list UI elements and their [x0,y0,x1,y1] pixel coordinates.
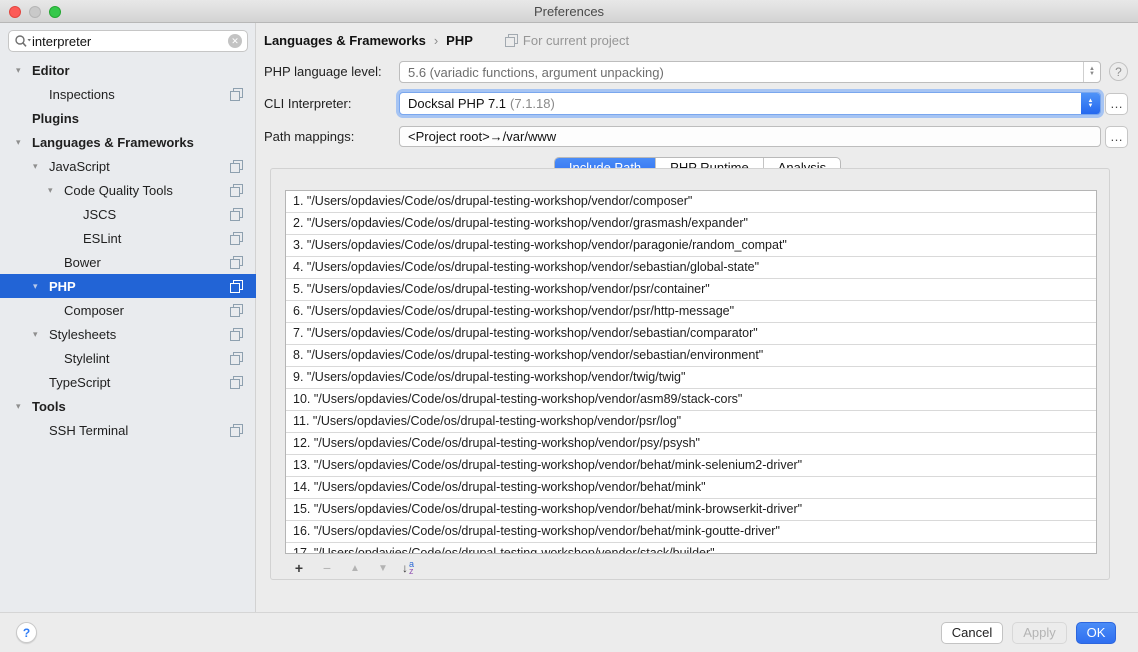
sidebar-item-inspections[interactable]: ▾ Inspections [0,82,256,106]
scope-label-text: For current project [523,33,629,48]
language-level-value: 5.6 (variadic functions, argument unpack… [408,65,664,80]
remove-path-button[interactable]: − [318,560,336,576]
include-path-row[interactable]: 15. "/Users/opdavies/Code/os/drupal-test… [286,499,1096,521]
sort-alphabetically-button[interactable]: ↓ a z [402,561,414,575]
cli-interpreter-browse-button[interactable]: … [1105,93,1128,115]
per-project-icon [230,328,243,341]
per-project-icon [230,256,243,269]
help-button[interactable]: ? [16,622,37,643]
per-project-icon [505,34,518,47]
per-project-icon [230,304,243,317]
sidebar-item-bower[interactable]: ▾ Bower [0,250,256,274]
include-path-panel: 1. "/Users/opdavies/Code/os/drupal-testi… [270,168,1110,580]
collapse-arrow-icon[interactable]: ▾ [16,401,32,412]
include-path-row[interactable]: 1. "/Users/opdavies/Code/os/drupal-testi… [286,191,1096,213]
breadcrumb: Languages & Frameworks › PHP For current… [264,33,629,48]
path-mappings-label: Path mappings: [264,129,354,144]
sidebar-item-stylelint[interactable]: ▾ Stylelint [0,346,256,370]
include-path-row[interactable]: 13. "/Users/opdavies/Code/os/drupal-test… [286,455,1096,477]
sidebar-item-code-quality-tools[interactable]: ▾ Code Quality Tools [0,178,256,202]
window-title: Preferences [0,4,1138,19]
sidebar-item-javascript[interactable]: ▾ JavaScript [0,154,256,178]
include-path-row[interactable]: 11. "/Users/opdavies/Code/os/drupal-test… [286,411,1096,433]
per-project-icon [230,232,243,245]
language-level-help-icon[interactable]: ? [1109,62,1128,81]
settings-content: Languages & Frameworks › PHP For current… [257,23,1138,612]
per-project-icon [230,376,243,389]
search-icon [14,34,32,48]
sidebar-item-composer[interactable]: ▾ Composer [0,298,256,322]
cli-interpreter-value: Docksal PHP 7.1 [408,96,506,111]
include-path-row[interactable]: 7. "/Users/opdavies/Code/os/drupal-testi… [286,323,1096,345]
collapse-arrow-icon[interactable]: ▾ [16,137,32,148]
list-toolbar: + − ▲ ▼ ↓ a z [285,556,1097,580]
chevron-up-down-icon[interactable]: ▲ ▼ [1081,93,1100,114]
per-project-icon [230,208,243,221]
collapse-arrow-icon[interactable]: ▾ [33,329,49,340]
include-path-row[interactable]: 6. "/Users/opdavies/Code/os/drupal-testi… [286,301,1096,323]
cli-interpreter-version: (7.1.18) [510,96,555,111]
per-project-icon [230,88,243,101]
move-down-button[interactable]: ▼ [374,563,392,574]
collapse-arrow-icon[interactable]: ▾ [33,161,49,172]
collapse-arrow-icon[interactable]: ▾ [33,281,49,292]
sidebar-item-ssh-terminal[interactable]: ▾ SSH Terminal [0,418,256,442]
include-path-row[interactable]: 4. "/Users/opdavies/Code/os/drupal-testi… [286,257,1096,279]
include-path-row[interactable]: 10. "/Users/opdavies/Code/os/drupal-test… [286,389,1096,411]
sidebar-item-tools[interactable]: ▾ Tools [0,394,256,418]
per-project-icon [230,280,243,293]
clear-search-icon[interactable]: ✕ [228,34,242,48]
include-path-row[interactable]: 12. "/Users/opdavies/Code/os/drupal-test… [286,433,1096,455]
collapse-arrow-icon[interactable]: ▾ [48,185,64,196]
chevron-up-down-icon[interactable]: ▲ ▼ [1083,62,1100,82]
include-path-row[interactable]: 9. "/Users/opdavies/Code/os/drupal-testi… [286,367,1096,389]
per-project-icon [230,184,243,197]
add-path-button[interactable]: + [290,560,308,576]
sidebar-item-jscs[interactable]: ▾ JSCS [0,202,256,226]
search-input[interactable] [32,34,228,49]
include-path-row[interactable]: 14. "/Users/opdavies/Code/os/drupal-test… [286,477,1096,499]
include-path-row[interactable]: 3. "/Users/opdavies/Code/os/drupal-testi… [286,235,1096,257]
per-project-icon [230,424,243,437]
include-path-row[interactable]: 5. "/Users/opdavies/Code/os/drupal-testi… [286,279,1096,301]
sidebar-item-plugins[interactable]: ▾ Plugins [0,106,256,130]
title-bar: Preferences [0,0,1138,23]
cli-interpreter-label: CLI Interpreter: [264,96,351,111]
sidebar-item-eslint[interactable]: ▾ ESLint [0,226,256,250]
sidebar-item-typescript[interactable]: ▾ TypeScript [0,370,256,394]
per-project-icon [230,352,243,365]
settings-search-field[interactable]: ✕ [8,30,248,52]
language-level-select[interactable]: 5.6 (variadic functions, argument unpack… [399,61,1101,83]
sort-arrow-icon: ↓ [402,561,408,575]
per-project-icon [230,160,243,173]
cancel-button[interactable]: Cancel [941,622,1003,644]
sidebar-item-languages-frameworks[interactable]: ▾ Languages & Frameworks [0,130,256,154]
scope-label: For current project [505,33,629,48]
dialog-footer: ? Cancel Apply OK [0,612,1138,652]
move-up-button[interactable]: ▲ [346,563,364,574]
path-mappings-browse-button[interactable]: … [1105,126,1128,148]
breadcrumb-current: PHP [446,33,473,48]
sidebar-item-php[interactable]: ▾ PHP [0,274,256,298]
preferences-window: Preferences ✕ ▾ Editor ▾ Inspections ▾ P… [0,0,1138,652]
include-path-row[interactable]: 8. "/Users/opdavies/Code/os/drupal-testi… [286,345,1096,367]
apply-button[interactable]: Apply [1012,622,1067,644]
include-path-row[interactable]: 2. "/Users/opdavies/Code/os/drupal-testi… [286,213,1096,235]
ok-button[interactable]: OK [1076,622,1116,644]
cli-interpreter-select[interactable]: Docksal PHP 7.1 (7.1.18) ▲ ▼ [399,92,1101,115]
include-path-list[interactable]: 1. "/Users/opdavies/Code/os/drupal-testi… [285,190,1097,554]
breadcrumb-parent[interactable]: Languages & Frameworks [264,33,426,48]
breadcrumb-separator-icon: › [434,33,438,48]
settings-sidebar: ✕ ▾ Editor ▾ Inspections ▾ Plugins ▾ Lan… [0,23,256,612]
path-mappings-field[interactable]: <Project root>→/var/www [399,126,1101,147]
collapse-arrow-icon[interactable]: ▾ [16,65,32,76]
sidebar-item-stylesheets[interactable]: ▾ Stylesheets [0,322,256,346]
include-path-row[interactable]: 16. "/Users/opdavies/Code/os/drupal-test… [286,521,1096,543]
language-level-label: PHP language level: [264,64,382,79]
settings-tree: ▾ Editor ▾ Inspections ▾ Plugins ▾ Langu… [0,58,256,442]
path-mappings-value: <Project root>→/var/www [408,129,556,144]
sidebar-item-editor[interactable]: ▾ Editor [0,58,256,82]
include-path-row[interactable]: 17. "/Users/opdavies/Code/os/drupal-test… [286,543,1096,554]
